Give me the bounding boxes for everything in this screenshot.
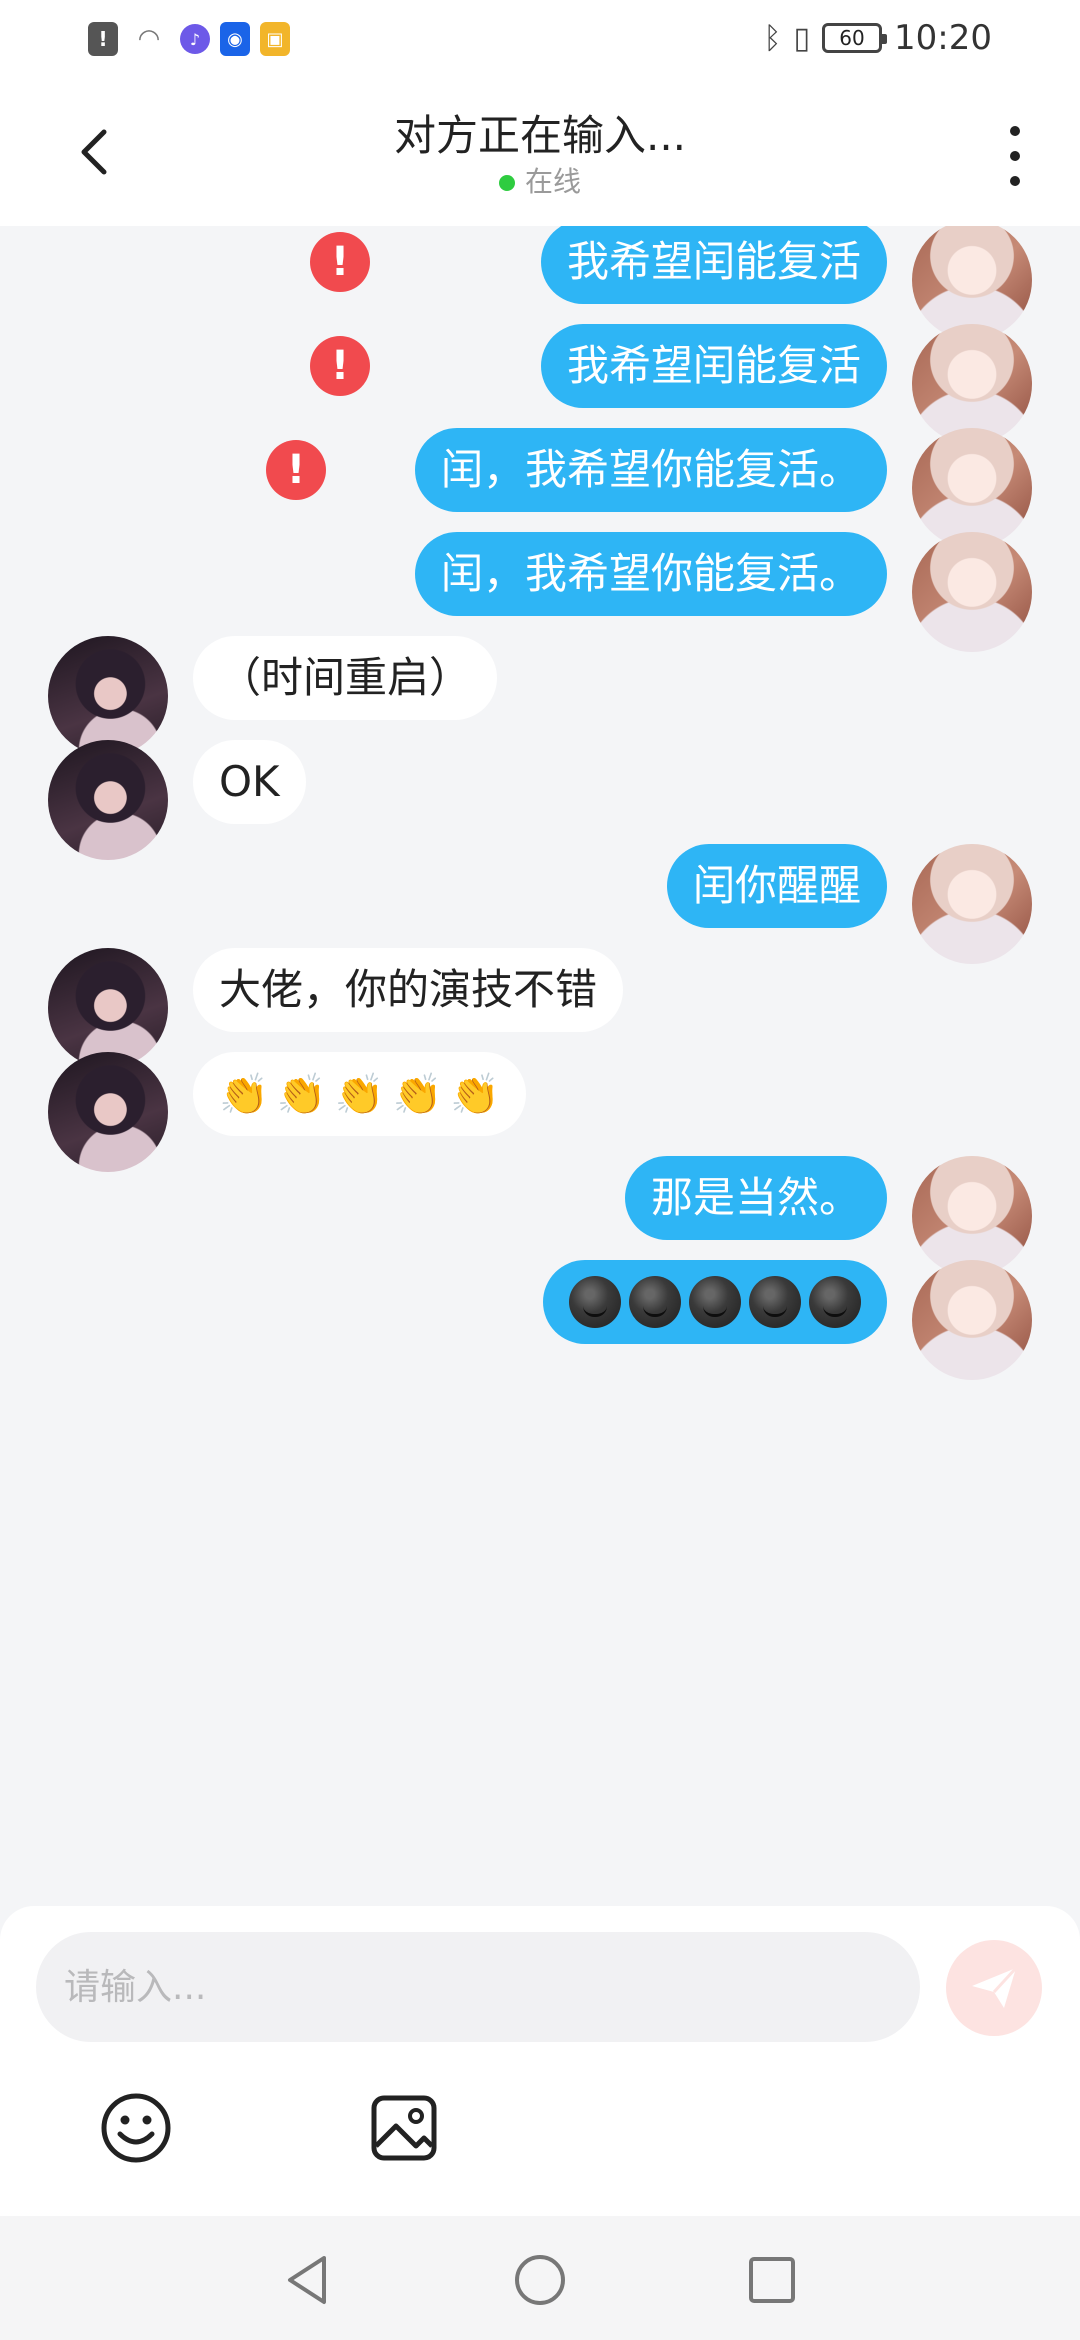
paper-plane-icon xyxy=(972,1966,1018,2008)
dot-icon xyxy=(1010,151,1020,161)
vibrate-icon: ▯ xyxy=(793,20,811,56)
wifi-icon: ◠ xyxy=(139,24,159,54)
message-outgoing: ! 闰，我希望你能复活。 xyxy=(0,428,1080,548)
clock: 10:20 xyxy=(894,18,992,58)
message-bubble[interactable] xyxy=(543,1260,887,1344)
contact-avatar[interactable] xyxy=(48,740,168,860)
message-outgoing: ! 我希望闰能复活 xyxy=(0,226,1080,340)
dark-smirk-face-icon xyxy=(809,1276,861,1328)
dark-smirk-face-icon xyxy=(569,1276,621,1328)
my-avatar[interactable] xyxy=(912,1260,1032,1380)
message-outgoing: ! 我希望闰能复活 xyxy=(0,324,1080,444)
image-icon xyxy=(371,2095,437,2161)
triangle-back-icon xyxy=(288,2256,326,2304)
message-bubble[interactable]: 闰，我希望你能复活。 xyxy=(414,428,887,512)
nav-home-button[interactable] xyxy=(512,2252,568,2308)
message-bubble[interactable]: 我希望闰能复活 xyxy=(540,324,887,408)
message-bubble[interactable]: 闰，我希望你能复活。 xyxy=(414,532,887,616)
dark-smirk-face-icon xyxy=(689,1276,741,1328)
dark-smirk-face-icon xyxy=(749,1276,801,1328)
message-input[interactable] xyxy=(36,1932,920,2042)
message-outgoing: 闰你醒醒 xyxy=(0,844,1080,964)
clapping-hands-icon: 👏 xyxy=(334,1072,385,1118)
clapping-hands-icon: 👏 xyxy=(450,1072,501,1118)
online-dot-icon xyxy=(498,175,515,191)
dot-icon xyxy=(1010,176,1020,186)
emoji-row: 👏 👏 👏 👏 👏 xyxy=(219,1053,500,1137)
online-status-label: 在线 xyxy=(524,165,581,198)
my-avatar[interactable] xyxy=(912,844,1032,964)
system-status: ᛒ ▯ 60 10:20 xyxy=(764,18,993,58)
chat-header: 对方正在输入... 在线 xyxy=(0,80,1080,226)
system-navigation-bar xyxy=(0,2216,1080,2340)
contact-avatar[interactable] xyxy=(48,636,168,756)
emoji-button[interactable] xyxy=(98,2090,174,2166)
alert-icon: ! xyxy=(88,22,118,56)
cup-icon: ▣ xyxy=(260,22,290,56)
online-status: 在线 xyxy=(0,160,1080,200)
message-composer xyxy=(0,1906,1080,2216)
message-incoming: OK xyxy=(0,740,1080,860)
emoji-row xyxy=(569,1260,861,1344)
smiley-icon xyxy=(101,2093,171,2163)
my-avatar[interactable] xyxy=(912,428,1032,548)
message-incoming: 👏 👏 👏 👏 👏 xyxy=(0,1052,1080,1172)
my-avatar[interactable] xyxy=(912,226,1032,340)
message-outgoing: 那是当然。 xyxy=(0,1156,1080,1276)
dot-icon xyxy=(1010,126,1020,136)
lightbulb-icon: ◉ xyxy=(220,22,250,56)
my-avatar[interactable] xyxy=(912,324,1032,444)
message-bubble[interactable]: OK xyxy=(193,740,306,824)
message-bubble[interactable]: 我希望闰能复活 xyxy=(540,226,887,304)
my-avatar[interactable] xyxy=(912,1156,1032,1276)
message-bubble[interactable]: 👏 👏 👏 👏 👏 xyxy=(193,1052,527,1137)
send-failed-icon[interactable]: ! xyxy=(266,440,326,500)
music-icon: ♪ xyxy=(180,24,210,54)
message-bubble[interactable]: 闰你醒醒 xyxy=(666,844,887,928)
message-bubble[interactable]: （时间重启） xyxy=(193,636,498,720)
notification-icons: ! ◠ ♪ ◉ ▣ xyxy=(88,22,290,56)
message-outgoing: 闰，我希望你能复活。 xyxy=(0,532,1080,652)
dark-smirk-face-icon xyxy=(629,1276,681,1328)
my-avatar[interactable] xyxy=(912,532,1032,652)
send-failed-icon[interactable]: ! xyxy=(310,336,370,396)
message-incoming: 大佬，你的演技不错 xyxy=(0,948,1080,1068)
bluetooth-icon: ᛒ xyxy=(763,20,782,56)
contact-avatar[interactable] xyxy=(48,948,168,1068)
more-options-button[interactable] xyxy=(1000,126,1030,186)
status-bar: ! ◠ ♪ ◉ ▣ ᛒ ▯ 60 10:20 xyxy=(0,0,1080,80)
nav-back-button[interactable] xyxy=(280,2252,336,2308)
contact-avatar[interactable] xyxy=(48,1052,168,1172)
message-bubble[interactable]: 那是当然。 xyxy=(624,1156,887,1240)
send-failed-icon[interactable]: ! xyxy=(310,232,370,292)
clapping-hands-icon: 👏 xyxy=(276,1072,327,1118)
clapping-hands-icon: 👏 xyxy=(219,1072,269,1118)
circle-home-icon xyxy=(515,2255,565,2305)
message-outgoing xyxy=(0,1260,1080,1380)
message-bubble[interactable]: 大佬，你的演技不错 xyxy=(193,948,624,1032)
nav-recents-button[interactable] xyxy=(744,2252,800,2308)
message-incoming: （时间重启） xyxy=(0,636,1080,756)
send-button[interactable] xyxy=(946,1940,1042,2036)
page-title: 对方正在输入... xyxy=(393,111,687,160)
battery-indicator: 60 xyxy=(822,23,888,53)
clapping-hands-icon: 👏 xyxy=(392,1072,443,1118)
square-recents-icon xyxy=(749,2257,795,2303)
image-button[interactable] xyxy=(366,2090,442,2166)
message-list[interactable]: ! 我希望闰能复活 ! 我希望闰能复活 ! 闰，我希望你能复活。 闰，我希望你能… xyxy=(0,226,1080,1906)
